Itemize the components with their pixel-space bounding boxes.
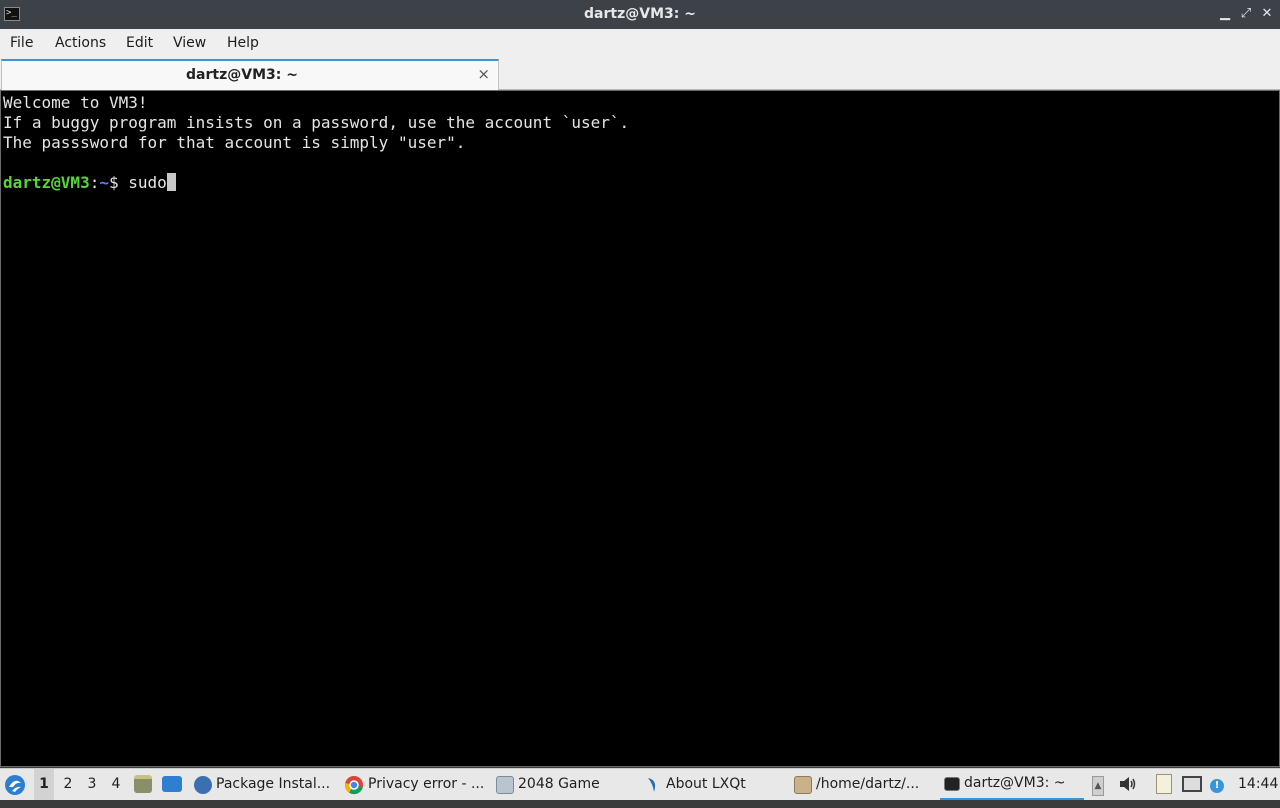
tab-label: dartz@VM3: ~: [186, 67, 298, 83]
network-button[interactable]: [1182, 769, 1204, 800]
prompt-user-host: dartz@VM3: [3, 173, 90, 192]
lxqt-icon: [648, 777, 656, 792]
lxqt-start-icon: [5, 775, 25, 795]
minimize-icon[interactable]: ▁: [1218, 7, 1232, 21]
prompt-path: ~: [99, 173, 109, 192]
text-cursor: [166, 173, 176, 191]
menubar: File Actions Edit View Help: [0, 29, 1280, 58]
terminal-line: The passsword for that account is simply…: [3, 133, 466, 152]
folder-icon: [134, 775, 152, 793]
terminal-icon: [944, 776, 960, 791]
tab-bar: dartz@VM3: ~ ×: [0, 57, 1280, 90]
info-icon: !: [1210, 779, 1224, 793]
prompt-colon: :: [89, 173, 100, 192]
desktop-3-button[interactable]: 3: [82, 769, 102, 800]
task-label: 2048 Game: [518, 776, 600, 792]
prompt-command: sudo: [128, 173, 167, 192]
show-desktop-button[interactable]: [162, 769, 184, 800]
terminal-line: If a buggy program insists on a password…: [3, 113, 630, 132]
clipboard-icon: [1156, 774, 1172, 794]
close-window-icon[interactable]: ✕: [1260, 7, 1274, 21]
task-label: /home/dartz/...: [816, 776, 920, 792]
clock[interactable]: 14:44: [1238, 769, 1278, 800]
desktop-icon: [162, 776, 182, 792]
window-titlebar: >_ dartz@VM3: ~ ▁ ⤢ ✕: [0, 0, 1280, 29]
task-label: dartz@VM3: ~: [964, 775, 1066, 791]
prompt-symbol: $: [108, 173, 129, 192]
prompt-line: dartz@VM3:~$ sudo: [3, 173, 176, 193]
chevron-up-icon: ▲: [1092, 776, 1104, 796]
menu-actions[interactable]: Actions: [55, 29, 106, 57]
task-terminal[interactable]: dartz@VM3: ~: [940, 769, 1084, 800]
file-manager-launcher[interactable]: [134, 769, 154, 800]
task-label: Privacy error - ...: [368, 776, 485, 792]
terminal-line: Welcome to VM3!: [3, 93, 148, 112]
volume-button[interactable]: [1118, 769, 1138, 800]
desktop-1-button[interactable]: 1: [34, 769, 54, 800]
desktop-4-button[interactable]: 4: [106, 769, 126, 800]
chrome-icon: [344, 775, 363, 794]
tab-close-icon[interactable]: ×: [477, 66, 490, 82]
menu-view[interactable]: View: [173, 29, 206, 57]
start-menu-button[interactable]: [4, 769, 28, 800]
terminal-area[interactable]: Welcome to VM3! If a buggy program insis…: [0, 90, 1280, 767]
clipboard-button[interactable]: [1156, 769, 1176, 800]
speaker-icon: [1120, 777, 1136, 791]
task-package-installer[interactable]: Package Instal...: [194, 769, 336, 800]
task-privacy-error[interactable]: Privacy error - ...: [344, 769, 488, 800]
taskbar: 1 2 3 4 Package Instal... Privacy error …: [0, 768, 1280, 800]
tab-terminal[interactable]: dartz@VM3: ~ ×: [1, 59, 499, 90]
package-installer-icon: [194, 775, 212, 794]
window-icon: [496, 775, 514, 794]
task-home-folder[interactable]: /home/dartz/...: [794, 769, 934, 800]
window-title: dartz@VM3: ~: [584, 6, 696, 22]
task-2048-game[interactable]: 2048 Game: [496, 769, 636, 800]
menu-help[interactable]: Help: [227, 29, 259, 57]
tray-expander[interactable]: ▲: [1092, 769, 1106, 800]
task-about-lxqt[interactable]: About LXQt: [644, 769, 786, 800]
desktop-2-button[interactable]: 2: [58, 769, 78, 800]
menu-edit[interactable]: Edit: [126, 29, 153, 57]
maximize-icon[interactable]: ⤢: [1239, 7, 1253, 21]
task-label: About LXQt: [666, 776, 746, 792]
file-manager-icon: [794, 775, 812, 794]
menu-file[interactable]: File: [10, 29, 33, 57]
network-icon: [1182, 776, 1202, 792]
updates-button[interactable]: !: [1210, 769, 1226, 800]
task-label: Package Instal...: [216, 776, 331, 792]
